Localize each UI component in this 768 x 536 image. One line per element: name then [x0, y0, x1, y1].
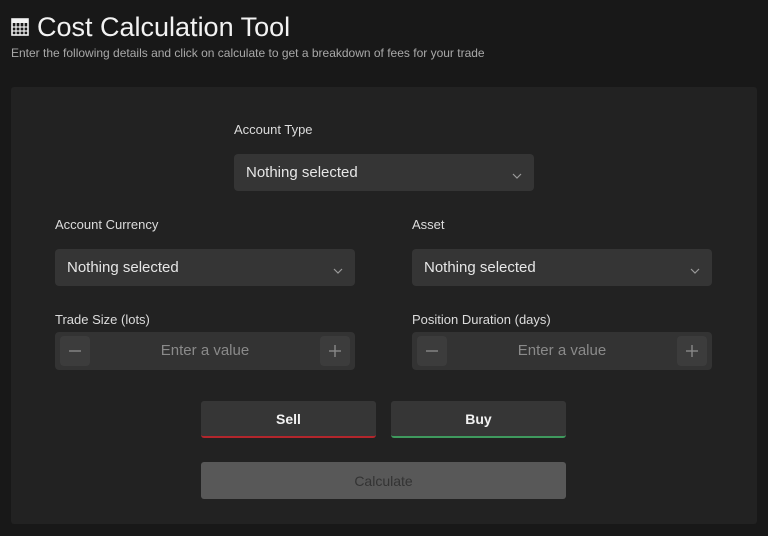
plus-icon — [686, 345, 698, 357]
chevron-down-icon — [690, 263, 700, 274]
calculator-panel: Account Type Nothing selected Account Cu… — [11, 87, 757, 524]
asset-value: Nothing selected — [424, 259, 536, 276]
trade-size-increment-button[interactable] — [320, 336, 350, 366]
position-duration-stepper: Enter a value — [412, 332, 712, 370]
account-type-value: Nothing selected — [246, 164, 358, 181]
page-title: Cost Calculation Tool — [37, 12, 291, 42]
calculator-icon — [11, 18, 29, 36]
minus-icon — [426, 350, 438, 352]
account-currency-label: Account Currency — [55, 217, 159, 232]
calculate-button[interactable]: Calculate — [201, 462, 566, 499]
sell-button[interactable]: Sell — [201, 401, 376, 438]
account-type-label: Account Type — [234, 122, 313, 137]
account-currency-select[interactable]: Nothing selected — [55, 249, 355, 286]
account-currency-value: Nothing selected — [67, 259, 179, 276]
position-duration-decrement-button[interactable] — [417, 336, 447, 366]
position-duration-increment-button[interactable] — [677, 336, 707, 366]
asset-select[interactable]: Nothing selected — [412, 249, 712, 286]
account-type-select[interactable]: Nothing selected — [234, 154, 534, 191]
position-duration-input[interactable]: Enter a value — [452, 332, 672, 370]
asset-label: Asset — [412, 217, 445, 232]
minus-icon — [69, 350, 81, 352]
plus-icon — [329, 345, 341, 357]
trade-size-stepper: Enter a value — [55, 332, 355, 370]
chevron-down-icon — [333, 263, 343, 274]
buy-button[interactable]: Buy — [391, 401, 566, 438]
header: Cost Calculation Tool Enter the followin… — [11, 10, 485, 60]
trade-size-input[interactable]: Enter a value — [95, 332, 315, 370]
chevron-down-icon — [512, 168, 522, 179]
trade-size-decrement-button[interactable] — [60, 336, 90, 366]
trade-size-label: Trade Size (lots) — [55, 312, 150, 327]
page-subtitle: Enter the following details and click on… — [11, 46, 485, 60]
position-duration-label: Position Duration (days) — [412, 312, 551, 327]
